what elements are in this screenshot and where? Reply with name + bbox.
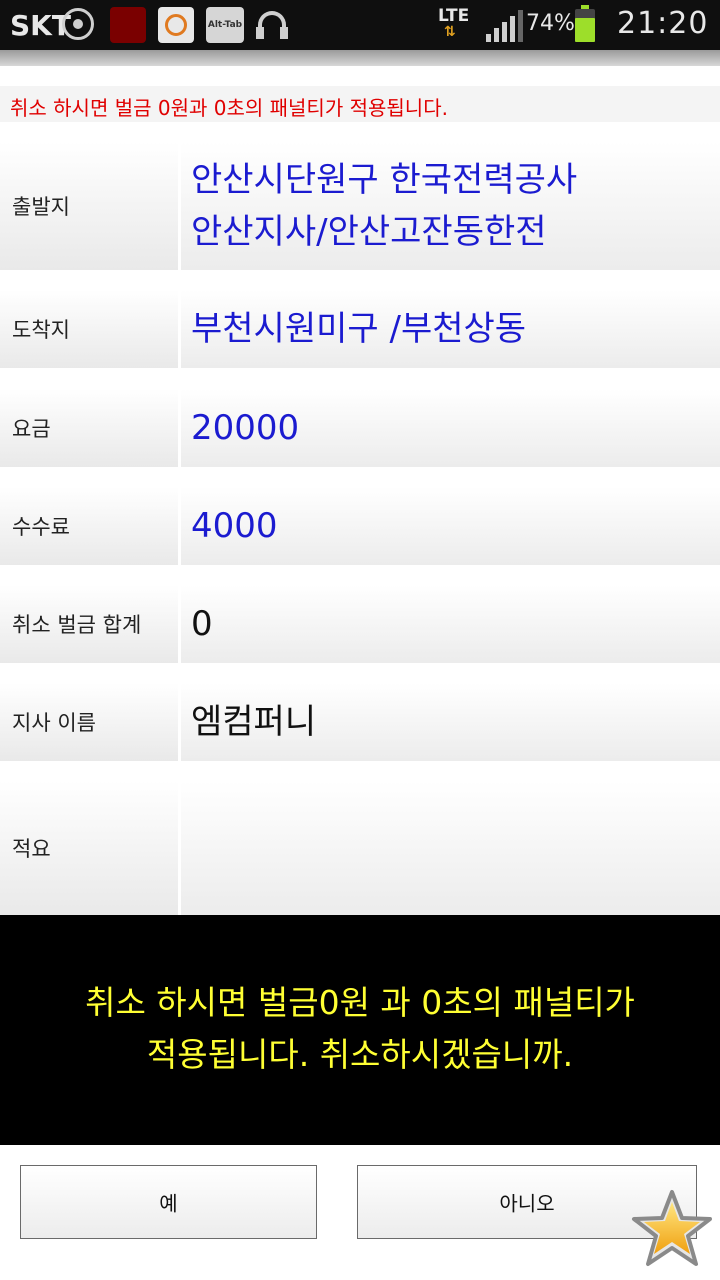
departure-value-cell: 안산시단원구 한국전력공사 안산지사/안산고잔동한전 xyxy=(181,142,720,270)
headset-icon xyxy=(254,7,290,43)
call-maner-app-icon xyxy=(110,7,146,43)
titlebar-shadow xyxy=(0,50,720,66)
fare-row: 요금 20000 xyxy=(0,389,720,467)
cancel-confirm-message: 취소 하시면 벌금0원 과 0초의 패널티가 적용됩니다. 취소하시겠습니까. xyxy=(20,977,700,1081)
penalty-total-label: 취소 벌금 합계 xyxy=(12,613,142,637)
fee-value: 4000 xyxy=(191,506,278,546)
fare-value-cell: 20000 xyxy=(181,389,720,467)
penalty-total-value: 0 xyxy=(191,604,213,644)
signal-strength-icon xyxy=(486,10,523,42)
clock: 21:20 xyxy=(617,6,709,41)
branch-name-label-cell: 지사 이름 xyxy=(0,683,178,761)
destination-label: 도착지 xyxy=(12,318,70,342)
fee-label: 수수료 xyxy=(12,515,70,539)
gps-icon xyxy=(62,8,94,40)
penalty-total-label-cell: 취소 벌금 합계 xyxy=(0,585,178,663)
lte-label: LTE xyxy=(438,6,470,26)
departure-value-line-1: 안산시단원구 한국전력공사 xyxy=(191,160,578,200)
penalty-total-value-cell: 0 xyxy=(181,585,720,663)
fare-value: 20000 xyxy=(191,408,300,448)
memo-label: 적요 xyxy=(12,837,51,861)
alt-tab-app-icon: Alt-Tab xyxy=(206,7,244,43)
fee-value-cell: 4000 xyxy=(181,487,720,565)
destination-value-cell: 부천시원미구 /부천상동 xyxy=(181,290,720,368)
battery-percent: 74% xyxy=(526,11,575,36)
fee-row: 수수료 4000 xyxy=(0,487,720,565)
penalty-notice: 취소 하시면 벌금 0원과 0초의 패널티가 적용됩니다. xyxy=(0,86,720,122)
star-icon[interactable] xyxy=(630,1186,714,1270)
departure-row: 출발지 안산시단원구 한국전력공사 안산지사/안산고잔동한전 xyxy=(0,142,720,270)
memo-row: 적요 xyxy=(0,781,720,915)
cancel-confirm-dialog: 취소 하시면 벌금0원 과 0초의 패널티가 적용됩니다. 취소하시겠습니까. xyxy=(0,915,720,1145)
data-activity-icon: ⇅ xyxy=(444,24,456,40)
cancel-confirm-line-2: 적용됩니다. 취소하시겠습니까. xyxy=(146,1035,574,1074)
destination-value: 부천시원미구 /부천상동 xyxy=(191,309,527,349)
branch-name-label: 지사 이름 xyxy=(12,711,96,735)
cancel-confirm-line-1: 취소 하시면 벌금0원 과 0초의 패널티가 xyxy=(85,983,635,1022)
yes-button-label: 예 xyxy=(159,1191,178,1216)
fare-label: 요금 xyxy=(12,417,51,441)
destination-label-cell: 도착지 xyxy=(0,290,178,368)
branch-name-value: 엠컴퍼니 xyxy=(191,702,317,742)
departure-label-cell: 출발지 xyxy=(0,142,178,270)
penalty-total-row: 취소 벌금 합계 0 xyxy=(0,585,720,663)
departure-label: 출발지 xyxy=(12,195,70,219)
yes-button[interactable]: 예 xyxy=(20,1165,317,1239)
branch-name-row: 지사 이름 엠컴퍼니 xyxy=(0,683,720,761)
home-app-icon xyxy=(158,7,194,43)
fee-label-cell: 수수료 xyxy=(0,487,178,565)
lte-network-icon: LTE ⇅ xyxy=(438,6,469,40)
branch-name-value-cell: 엠컴퍼니 xyxy=(181,683,720,761)
destination-row: 도착지 부천시원미구 /부천상동 xyxy=(0,290,720,368)
departure-value-line-2: 안산지사/안산고잔동한전 xyxy=(191,212,547,252)
battery-icon xyxy=(575,5,595,42)
status-bar: SKT Alt-Tab LTE ⇅ 74% 21:20 xyxy=(0,0,720,50)
memo-label-cell: 적요 xyxy=(0,781,178,915)
fare-label-cell: 요금 xyxy=(0,389,178,467)
penalty-notice-text: 취소 하시면 벌금 0원과 0초의 패널티가 적용됩니다. xyxy=(10,96,448,120)
battery-level-fill xyxy=(575,18,595,42)
memo-value-cell xyxy=(181,781,720,915)
